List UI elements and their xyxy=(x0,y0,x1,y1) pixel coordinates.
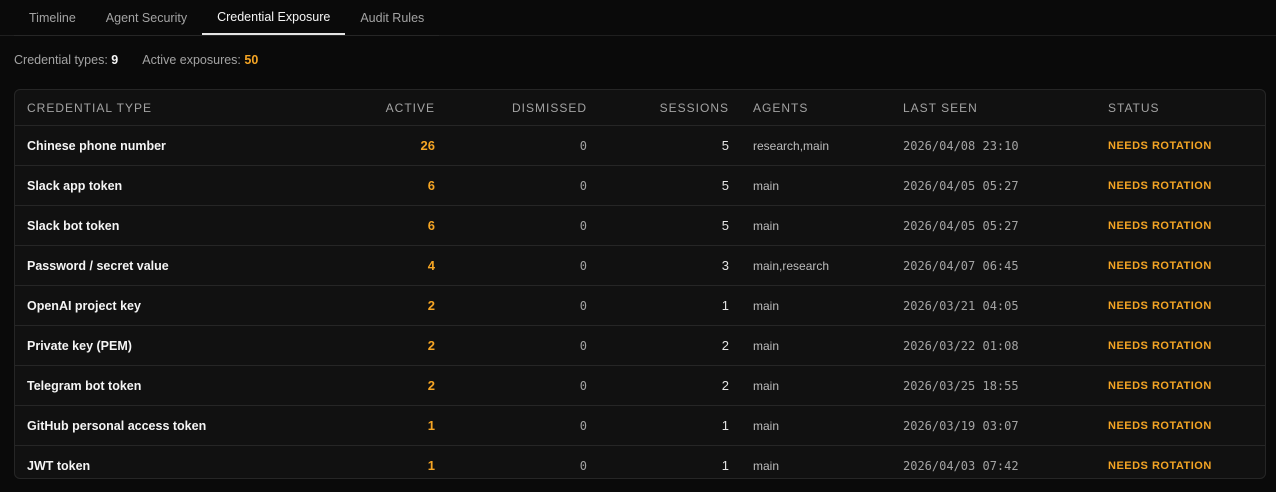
table-row[interactable]: Telegram bot token 2 0 2 main 2026/03/25… xyxy=(15,365,1265,406)
header-sessions[interactable]: SESSIONS xyxy=(587,90,729,126)
table-row[interactable]: GitHub personal access token 1 0 1 main … xyxy=(15,405,1265,446)
cell-active: 2 xyxy=(327,325,435,366)
table-row[interactable]: OpenAI project key 2 0 1 main 2026/03/21… xyxy=(15,285,1265,326)
header-status[interactable]: STATUS xyxy=(1108,90,1265,126)
credential-types-label: Credential types: xyxy=(14,53,108,67)
cell-credential-type: OpenAI project key xyxy=(15,285,327,326)
table-row[interactable]: Password / secret value 4 0 3 main,resea… xyxy=(15,245,1265,286)
cell-credential-type: Private key (PEM) xyxy=(15,325,327,366)
cell-agents: main xyxy=(729,285,903,326)
cell-sessions: 3 xyxy=(587,245,729,286)
cell-dismissed: 0 xyxy=(435,205,587,246)
cell-agents: main xyxy=(729,325,903,366)
credential-exposure-table: CREDENTIAL TYPE ACTIVE DISMISSED SESSION… xyxy=(14,89,1266,479)
status-badge: NEEDS ROTATION xyxy=(1108,365,1265,406)
cell-agents: main xyxy=(729,165,903,206)
cell-agents: research,main xyxy=(729,125,903,166)
cell-dismissed: 0 xyxy=(435,325,587,366)
status-badge: NEEDS ROTATION xyxy=(1108,125,1265,166)
cell-last-seen: 2026/04/08 23:10 xyxy=(903,125,1108,166)
cell-sessions: 1 xyxy=(587,405,729,446)
cell-last-seen: 2026/03/22 01:08 xyxy=(903,325,1108,366)
header-active[interactable]: ACTIVE xyxy=(327,90,435,126)
cell-dismissed: 0 xyxy=(435,405,587,446)
credential-types-count: 9 xyxy=(111,53,119,67)
cell-sessions: 2 xyxy=(587,365,729,406)
cell-dismissed: 0 xyxy=(435,285,587,326)
tab-credential-exposure[interactable]: Credential Exposure xyxy=(202,0,346,35)
cell-dismissed: 0 xyxy=(435,125,587,166)
cell-dismissed: 0 xyxy=(435,365,587,406)
cell-active: 1 xyxy=(427,458,435,473)
cell-credential-type: Slack app token xyxy=(15,165,327,206)
cell-active: 6 xyxy=(327,165,435,206)
active-exposures-label: Active exposures: xyxy=(142,53,241,67)
cell-last-seen: 2026/04/07 06:45 xyxy=(903,245,1108,286)
table-row[interactable]: Slack app token 6 0 5 main 2026/04/05 05… xyxy=(15,165,1265,206)
status-badge: NEEDS ROTATION xyxy=(1108,285,1265,326)
cell-sessions: 2 xyxy=(587,325,729,366)
table-row[interactable]: Chinese phone number 26 0 5 research,mai… xyxy=(15,125,1265,166)
cell-agents: main,research xyxy=(729,245,903,286)
tab-timeline[interactable]: Timeline xyxy=(14,0,91,35)
cell-dismissed: 0 xyxy=(435,245,587,286)
cell-sessions: 5 xyxy=(587,165,729,206)
cell-credential-type: Slack bot token xyxy=(15,205,327,246)
status-badge: NEEDS ROTATION xyxy=(1108,165,1265,206)
status-badge: NEEDS ROTATION xyxy=(1108,245,1265,286)
cell-active: 4 xyxy=(327,245,435,286)
cell-sessions: 5 xyxy=(587,205,729,246)
active-exposures-summary: Active exposures: 50 xyxy=(142,53,258,67)
table-row[interactable]: JWT token 1 0 1 main 2026/04/03 07:42 NE… xyxy=(15,446,1265,479)
tab-agent-security[interactable]: Agent Security xyxy=(91,0,202,35)
table-row[interactable]: Slack bot token 6 0 5 main 2026/04/05 05… xyxy=(15,205,1265,246)
cell-agents: main xyxy=(729,405,903,446)
cell-credential-type: Password / secret value xyxy=(15,245,327,286)
cell-active: 6 xyxy=(327,205,435,246)
cell-sessions: 1 xyxy=(587,285,729,326)
cell-dismissed: 0 xyxy=(435,165,587,206)
header-credential-type[interactable]: CREDENTIAL TYPE xyxy=(15,90,327,126)
cell-active: 2 xyxy=(327,285,435,326)
cell-credential-type: JWT token xyxy=(27,458,91,473)
cell-last-seen: 2026/03/21 04:05 xyxy=(903,285,1108,326)
header-agents[interactable]: AGENTS xyxy=(729,90,903,126)
status-badge: NEEDS ROTATION xyxy=(1108,325,1265,366)
cell-active: 2 xyxy=(327,365,435,406)
cell-active: 1 xyxy=(327,405,435,446)
cell-last-seen: 2026/03/19 03:07 xyxy=(903,405,1108,446)
status-badge: NEEDS ROTATION xyxy=(1108,459,1212,472)
cell-agents: main xyxy=(753,458,780,473)
cell-last-seen: 2026/04/03 07:42 xyxy=(903,458,1019,473)
status-badge: NEEDS ROTATION xyxy=(1108,405,1265,446)
cell-active: 26 xyxy=(327,125,435,166)
cell-sessions: 5 xyxy=(587,125,729,166)
cell-sessions: 1 xyxy=(721,458,729,473)
tab-bar: Timeline Agent Security Credential Expos… xyxy=(14,0,440,36)
cell-credential-type: Chinese phone number xyxy=(15,125,327,166)
header-last-seen[interactable]: LAST SEEN xyxy=(903,90,1108,126)
cell-credential-type: GitHub personal access token xyxy=(15,405,327,446)
cell-credential-type: Telegram bot token xyxy=(15,365,327,406)
cell-agents: main xyxy=(729,365,903,406)
cell-agents: main xyxy=(729,205,903,246)
cell-last-seen: 2026/03/25 18:55 xyxy=(903,365,1108,406)
cell-dismissed: 0 xyxy=(579,458,587,473)
table-row[interactable]: Private key (PEM) 2 0 2 main 2026/03/22 … xyxy=(15,325,1265,366)
header-dismissed[interactable]: DISMISSED xyxy=(435,90,587,126)
active-exposures-count: 50 xyxy=(244,53,259,67)
summary-bar: Credential types: 9 Active exposures: 50 xyxy=(14,53,258,67)
tab-audit-rules[interactable]: Audit Rules xyxy=(345,0,439,35)
credential-types-summary: Credential types: 9 xyxy=(14,53,118,67)
table-header-row: CREDENTIAL TYPE ACTIVE DISMISSED SESSION… xyxy=(15,90,1265,126)
cell-last-seen: 2026/04/05 05:27 xyxy=(903,205,1108,246)
status-badge: NEEDS ROTATION xyxy=(1108,205,1265,246)
cell-last-seen: 2026/04/05 05:27 xyxy=(903,165,1108,206)
